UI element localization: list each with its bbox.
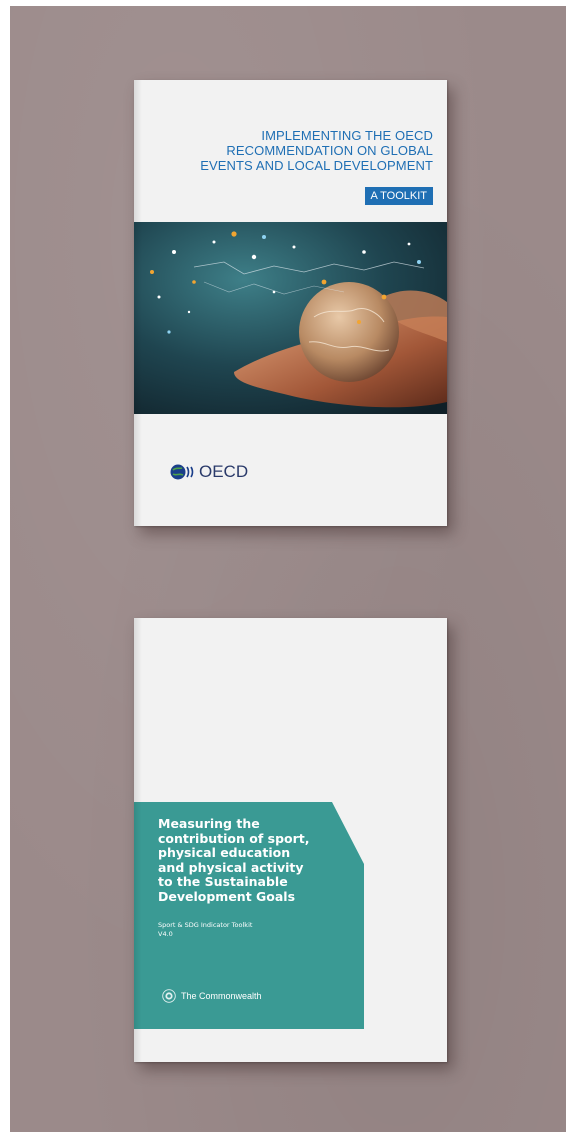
commonwealth-subtitle: Sport & SDG Indicator Toolkit V4.0 [158,921,252,939]
cw-subtitle-line: Sport & SDG Indicator Toolkit [158,921,253,929]
oecd-globe-icon [170,464,194,480]
oecd-title-line: EVENTS AND LOCAL DEVELOPMENT [200,158,433,173]
toolkit-badge: A TOOLKIT [364,187,433,205]
cw-title-line: and physical activity [158,859,304,875]
cw-title-line: contribution of sport, [158,830,310,846]
oecd-logo: OECD [170,462,248,482]
cw-title-line: physical education [158,845,291,860]
oecd-toolkit-cover: IMPLEMENTING THE OECD RECOMMENDATION ON … [134,80,447,526]
commonwealth-emblem-icon [162,989,176,1003]
commonwealth-logo-text: The Commonwealth [181,991,262,1001]
cw-subtitle-line: V4.0 [158,930,173,938]
cw-title-line: Development Goals [158,888,296,904]
globe-in-hands-image [134,222,447,414]
cw-title-line: to the Sustainable [158,874,288,889]
commonwealth-toolkit-cover: Measuring the contribution of sport, phy… [134,618,447,1062]
oecd-logo-text: OECD [199,462,249,481]
cw-title-line: Measuring the [158,816,260,831]
oecd-title-line: RECOMMENDATION ON GLOBAL [226,143,433,158]
commonwealth-cover-title: Measuring the contribution of sport, phy… [158,816,348,904]
oecd-cover-title: IMPLEMENTING THE OECD RECOMMENDATION ON … [153,128,433,173]
commonwealth-logo: The Commonwealth [162,989,262,1003]
oecd-title-line: IMPLEMENTING THE OECD [261,128,433,143]
